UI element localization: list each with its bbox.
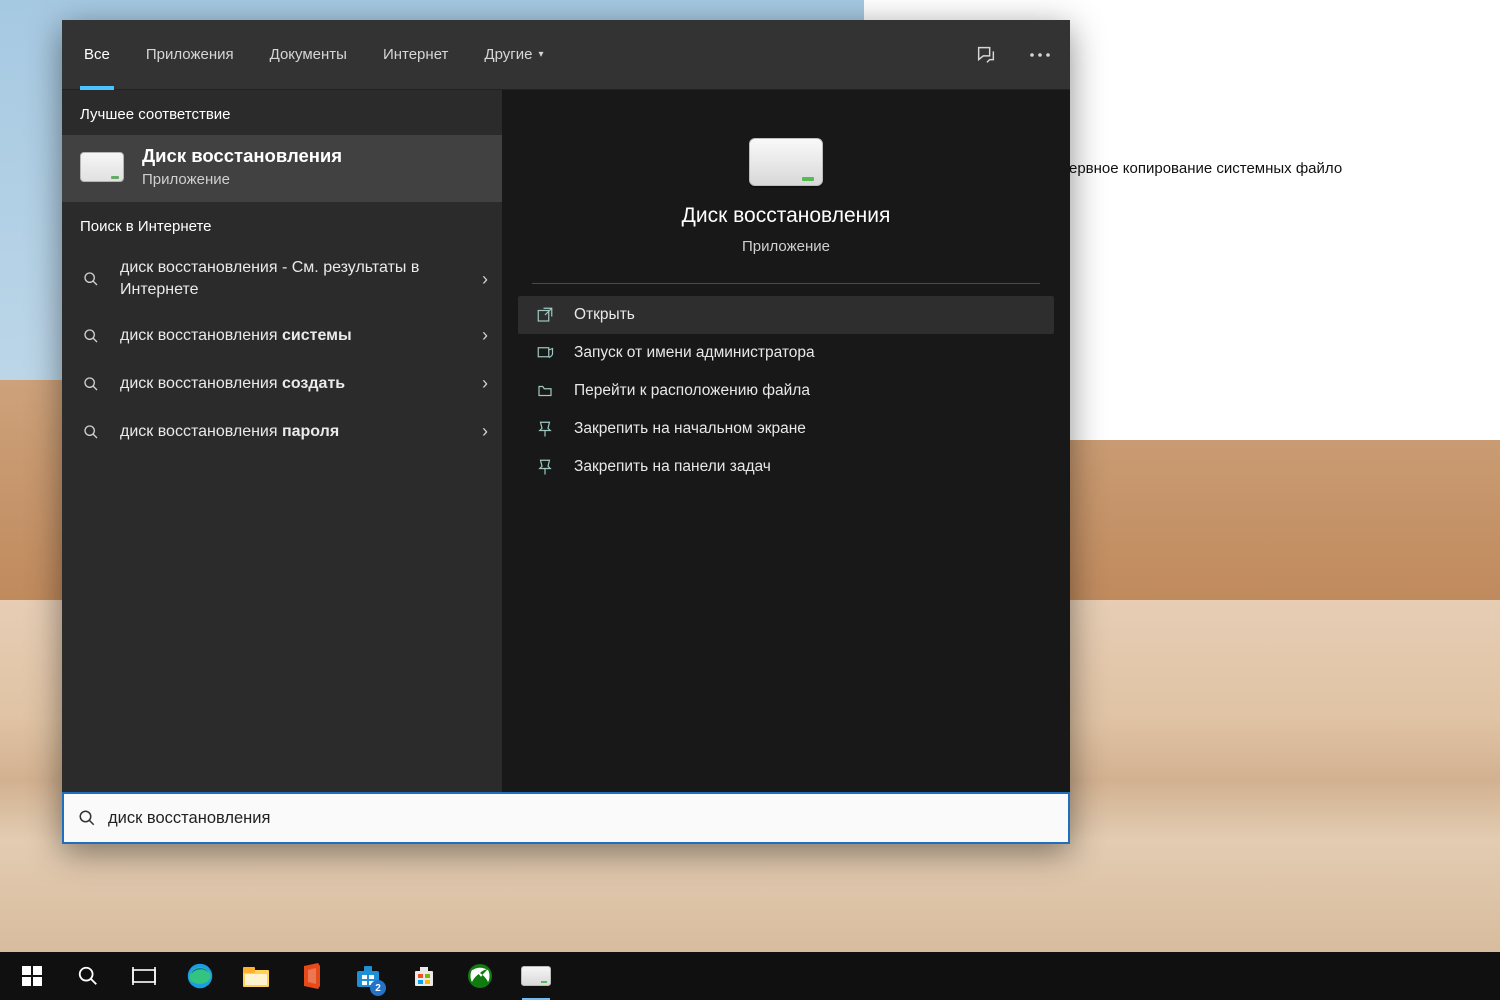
web-result-text: диск восстановления системы	[120, 325, 464, 347]
background-window-text: ервное копирование системных файло	[1069, 160, 1342, 177]
tab-more-label: Другие	[484, 46, 532, 63]
action-open-file-location[interactable]: Перейти к расположению файла	[518, 372, 1054, 410]
preview-title: Диск восстановления	[682, 204, 891, 228]
tab-all-label: Все	[84, 46, 110, 63]
divider	[532, 283, 1040, 284]
web-search-header: Поиск в Интернете	[62, 202, 502, 247]
taskbar: 2	[0, 952, 1500, 1000]
task-view-button[interactable]	[116, 952, 172, 1000]
chevron-right-icon: ›	[482, 269, 488, 290]
search-preview-pane: Диск восстановления Приложение Открыть З…	[502, 90, 1070, 844]
open-icon	[534, 306, 556, 324]
search-results-pane: Лучшее соответствие Диск восстановления …	[62, 90, 502, 844]
taskbar-app-xbox[interactable]	[452, 952, 508, 1000]
web-result-text: диск восстановления создать	[120, 373, 464, 395]
chevron-right-icon: ›	[482, 373, 488, 394]
action-pin-to-taskbar[interactable]: Закрепить на панели задач	[518, 448, 1054, 486]
more-options-icon[interactable]	[1028, 43, 1052, 67]
search-icon	[80, 424, 102, 440]
pin-icon	[534, 458, 556, 476]
taskbar-search-button[interactable]	[60, 952, 116, 1000]
tab-all[interactable]: Все	[80, 20, 114, 90]
best-match-header: Лучшее соответствие	[62, 90, 502, 135]
search-icon	[80, 376, 102, 392]
action-open[interactable]: Открыть	[518, 296, 1054, 334]
start-button[interactable]	[4, 952, 60, 1000]
web-result-text: диск восстановления - См. результаты в И…	[120, 257, 464, 302]
web-result-item[interactable]: диск восстановления пароля ›	[62, 408, 502, 456]
action-label: Перейти к расположению файла	[574, 382, 810, 400]
web-result-text: диск восстановления пароля	[120, 421, 464, 443]
tab-apps-label: Приложения	[146, 46, 234, 63]
drive-icon	[80, 152, 124, 182]
chevron-right-icon: ›	[482, 325, 488, 346]
action-run-as-admin[interactable]: Запуск от имени администратора	[518, 334, 1054, 372]
tab-docs-label: Документы	[270, 46, 347, 63]
preview-subtitle: Приложение	[742, 238, 830, 255]
search-box[interactable]	[62, 792, 1070, 844]
tab-docs[interactable]: Документы	[266, 20, 351, 90]
best-match-item[interactable]: Диск восстановления Приложение	[62, 135, 502, 202]
drive-icon	[749, 138, 823, 186]
taskbar-app-microsoft-store[interactable]: 2	[340, 952, 396, 1000]
tab-internet[interactable]: Интернет	[379, 20, 452, 90]
web-result-item[interactable]: диск восстановления создать ›	[62, 360, 502, 408]
web-result-item[interactable]: диск восстановления системы ›	[62, 312, 502, 360]
search-input[interactable]	[108, 809, 1054, 828]
best-match-subtitle: Приложение	[142, 171, 342, 188]
search-tabs: Все Приложения Документы Интернет Другие…	[62, 20, 1070, 90]
taskbar-app-file-explorer[interactable]	[228, 952, 284, 1000]
tab-apps[interactable]: Приложения	[142, 20, 238, 90]
shield-icon	[534, 344, 556, 362]
action-label: Закрепить на начальном экране	[574, 420, 806, 438]
chevron-right-icon: ›	[482, 421, 488, 442]
store-badge: 2	[370, 980, 386, 996]
action-label: Закрепить на панели задач	[574, 458, 771, 476]
taskbar-app-recovery-drive[interactable]	[508, 952, 564, 1000]
tab-more[interactable]: Другие ▾	[480, 20, 547, 90]
search-flyout: Все Приложения Документы Интернет Другие…	[62, 20, 1070, 844]
action-pin-to-start[interactable]: Закрепить на начальном экране	[518, 410, 1054, 448]
feedback-icon[interactable]	[974, 43, 998, 67]
folder-icon	[534, 382, 556, 400]
best-match-title: Диск восстановления	[142, 145, 342, 167]
taskbar-app-edge[interactable]	[172, 952, 228, 1000]
action-label: Запуск от имени администратора	[574, 344, 815, 362]
tab-internet-label: Интернет	[383, 46, 448, 63]
pin-icon	[534, 420, 556, 438]
web-result-item[interactable]: диск восстановления - См. результаты в И…	[62, 247, 502, 312]
chevron-down-icon: ▾	[538, 49, 543, 60]
search-icon	[80, 271, 102, 287]
search-icon	[78, 809, 96, 827]
taskbar-app-office[interactable]	[284, 952, 340, 1000]
search-icon	[80, 328, 102, 344]
action-label: Открыть	[574, 306, 635, 324]
taskbar-app-microsoft-store-alt[interactable]	[396, 952, 452, 1000]
